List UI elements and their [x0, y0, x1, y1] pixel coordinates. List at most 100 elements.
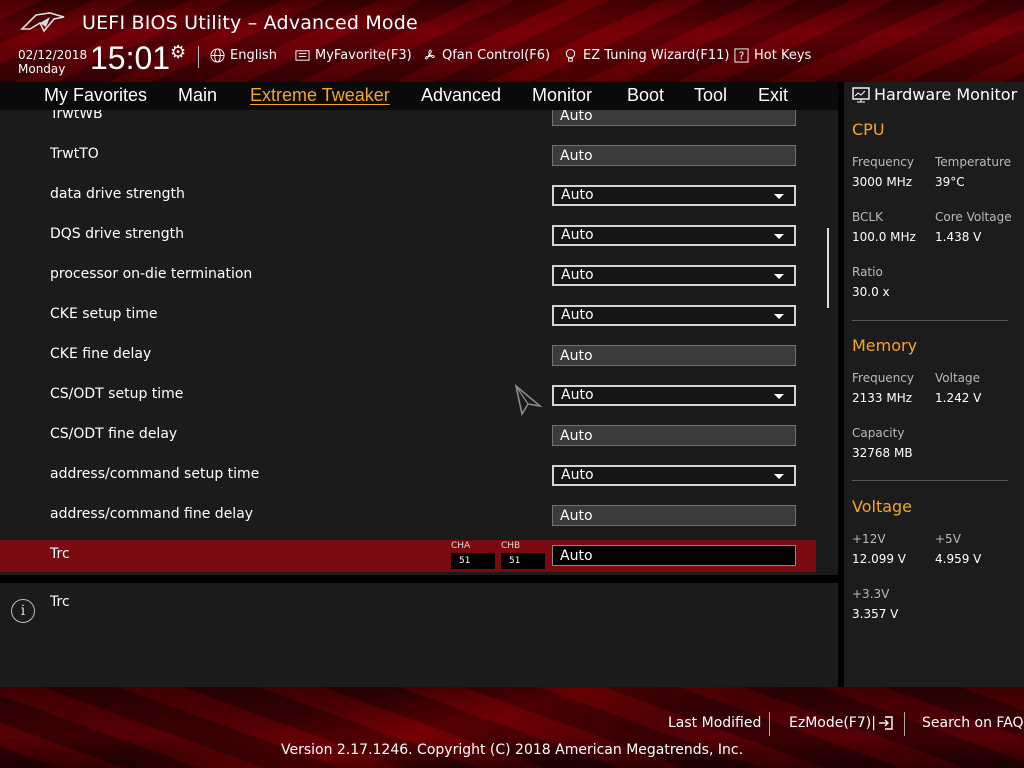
- core-voltage-label: Core Voltage: [935, 210, 1012, 224]
- trc-value-input[interactable]: Auto: [552, 545, 796, 566]
- hardware-monitor-panel: Hardware Monitor CPU Frequency 3000 MHz …: [844, 82, 1024, 687]
- v33-value: 3.357 V: [852, 607, 899, 621]
- ratio-label: Ratio: [852, 265, 883, 279]
- setting-label: address/command setup time: [50, 466, 260, 482]
- scrollbar[interactable]: [827, 228, 829, 308]
- cpu-frequency-label: Frequency: [852, 155, 914, 169]
- tab-main[interactable]: Main: [178, 85, 217, 106]
- divider: [852, 480, 1008, 481]
- setting-row-trwtwb[interactable]: TrwtWB Auto: [0, 110, 816, 132]
- tab-exit[interactable]: Exit: [758, 85, 788, 106]
- v5-value: 4.959 V: [935, 552, 982, 566]
- setting-row-cke-setup-time[interactable]: CKE setup time Auto: [0, 300, 816, 332]
- channel-a-readout: CHA 51: [451, 541, 496, 569]
- date-text: 02/12/2018: [18, 48, 88, 62]
- dropdown-value: Auto: [561, 467, 594, 483]
- dropdown-value: Auto: [561, 187, 594, 203]
- setting-dropdown[interactable]: Auto: [552, 185, 796, 206]
- settings-list: TrwtWB Auto TrwtTO Auto data drive stren…: [0, 110, 838, 575]
- hardware-monitor-title: Hardware Monitor: [852, 85, 1017, 104]
- setting-dropdown[interactable]: Auto: [552, 385, 796, 406]
- setting-label: TrwtWB: [50, 110, 103, 122]
- tab-extreme-tweaker[interactable]: Extreme Tweaker: [250, 85, 390, 106]
- chevron-down-icon: [774, 274, 784, 279]
- setting-row-dqs-drive-strength[interactable]: DQS drive strength Auto: [0, 220, 816, 252]
- v5-label: +5V: [935, 532, 961, 546]
- v33-label: +3.3V: [852, 587, 890, 601]
- ezmode-button[interactable]: EzMode(F7)|: [789, 715, 894, 731]
- setting-row-cs-odt-fine-delay[interactable]: CS/ODT fine delay Auto: [0, 420, 816, 452]
- cpu-heading: CPU: [852, 120, 885, 139]
- setting-label: DQS drive strength: [50, 226, 184, 242]
- setting-value-field[interactable]: Auto: [552, 145, 796, 166]
- chevron-down-icon: [774, 314, 784, 319]
- setting-value-field[interactable]: Auto: [552, 425, 796, 446]
- setting-row-processor-odt[interactable]: processor on-die termination Auto: [0, 260, 816, 292]
- tab-monitor[interactable]: Monitor: [532, 85, 592, 106]
- tab-advanced[interactable]: Advanced: [421, 85, 501, 106]
- tab-my-favorites[interactable]: My Favorites: [44, 85, 147, 106]
- dropdown-value: Auto: [561, 307, 594, 323]
- search-faq-button[interactable]: Search on FAQ: [922, 715, 1024, 731]
- header-bar: UEFI BIOS Utility – Advanced Mode 02/12/…: [0, 0, 1024, 82]
- dropdown-value: Auto: [561, 267, 594, 283]
- exit-arrow-icon: [878, 716, 893, 730]
- favorite-list-icon: [295, 50, 310, 61]
- tab-boot[interactable]: Boot: [627, 85, 664, 106]
- setting-dropdown[interactable]: Auto: [552, 265, 796, 286]
- qfan-label: Qfan Control(F6): [442, 48, 551, 63]
- setting-value-field[interactable]: Auto: [552, 110, 796, 126]
- qfan-button[interactable]: Qfan Control(F6): [422, 48, 550, 63]
- setting-label: CKE setup time: [50, 306, 158, 322]
- language-button[interactable]: English: [210, 48, 277, 63]
- ez-tuning-button[interactable]: EZ Tuning Wizard(F11): [563, 48, 729, 63]
- last-modified-button[interactable]: Last Modified: [668, 715, 761, 731]
- setting-dropdown[interactable]: Auto: [552, 225, 796, 246]
- setting-dropdown[interactable]: Auto: [552, 305, 796, 326]
- myfavorite-label: MyFavorite(F3): [315, 48, 412, 63]
- core-voltage-value: 1.438 V: [935, 230, 982, 244]
- setting-row-trwtto[interactable]: TrwtTO Auto: [0, 140, 816, 172]
- setting-row-cs-odt-setup-time[interactable]: CS/ODT setup time Auto: [0, 380, 816, 412]
- memory-capacity-value: 32768 MB: [852, 446, 913, 460]
- setting-value-field[interactable]: Auto: [552, 505, 796, 526]
- divider: [904, 712, 905, 736]
- setting-row-addr-cmd-setup-time[interactable]: address/command setup time Auto: [0, 460, 816, 492]
- setting-row-cke-fine-delay[interactable]: CKE fine delay Auto: [0, 340, 816, 372]
- tab-tool[interactable]: Tool: [694, 85, 727, 106]
- v12-label: +12V: [852, 532, 886, 546]
- cpu-temperature-label: Temperature: [935, 155, 1012, 169]
- setting-dropdown[interactable]: Auto: [552, 465, 796, 486]
- cpu-frequency-value: 3000 MHz: [852, 175, 913, 189]
- ezmode-label: EzMode(F7)|: [789, 715, 876, 731]
- hotkeys-button[interactable]: ? Hot Keys: [734, 48, 811, 63]
- dropdown-value: Auto: [561, 387, 594, 403]
- rog-logo-icon: [20, 12, 65, 33]
- question-box-icon: ?: [734, 48, 749, 63]
- myfavorite-button[interactable]: MyFavorite(F3): [295, 48, 412, 63]
- gear-icon[interactable]: ⚙: [170, 42, 186, 63]
- v12-value: 12.099 V: [852, 552, 907, 566]
- setting-label: TrwtTO: [50, 146, 99, 162]
- globe-icon: [210, 48, 225, 63]
- svg-text:?: ?: [739, 50, 744, 62]
- setting-row-trc[interactable]: Trc CHA 51 CHB 51 Auto: [0, 540, 816, 572]
- memory-frequency-label: Frequency: [852, 371, 914, 385]
- chevron-down-icon: [774, 234, 784, 239]
- setting-row-addr-cmd-fine-delay[interactable]: address/command fine delay Auto: [0, 500, 816, 532]
- setting-label: address/command fine delay: [50, 506, 254, 522]
- memory-heading: Memory: [852, 336, 918, 355]
- setting-label: Trc: [50, 546, 70, 562]
- setting-value-field[interactable]: Auto: [552, 345, 796, 366]
- help-text: Trc: [50, 594, 70, 610]
- chevron-down-icon: [774, 194, 784, 199]
- bclk-label: BCLK: [852, 210, 883, 224]
- clock-display: 15:01: [90, 40, 171, 76]
- memory-capacity-label: Capacity: [852, 426, 905, 440]
- info-icon: i: [11, 599, 35, 623]
- ez-tuning-label: EZ Tuning Wizard(F11): [583, 48, 730, 63]
- memory-voltage-label: Voltage: [935, 371, 981, 385]
- setting-row-data-drive-strength[interactable]: data drive strength Auto: [0, 180, 816, 212]
- version-text: Version 2.17.1246. Copyright (C) 2018 Am…: [280, 742, 744, 758]
- bclk-value: 100.0 MHz: [852, 230, 916, 244]
